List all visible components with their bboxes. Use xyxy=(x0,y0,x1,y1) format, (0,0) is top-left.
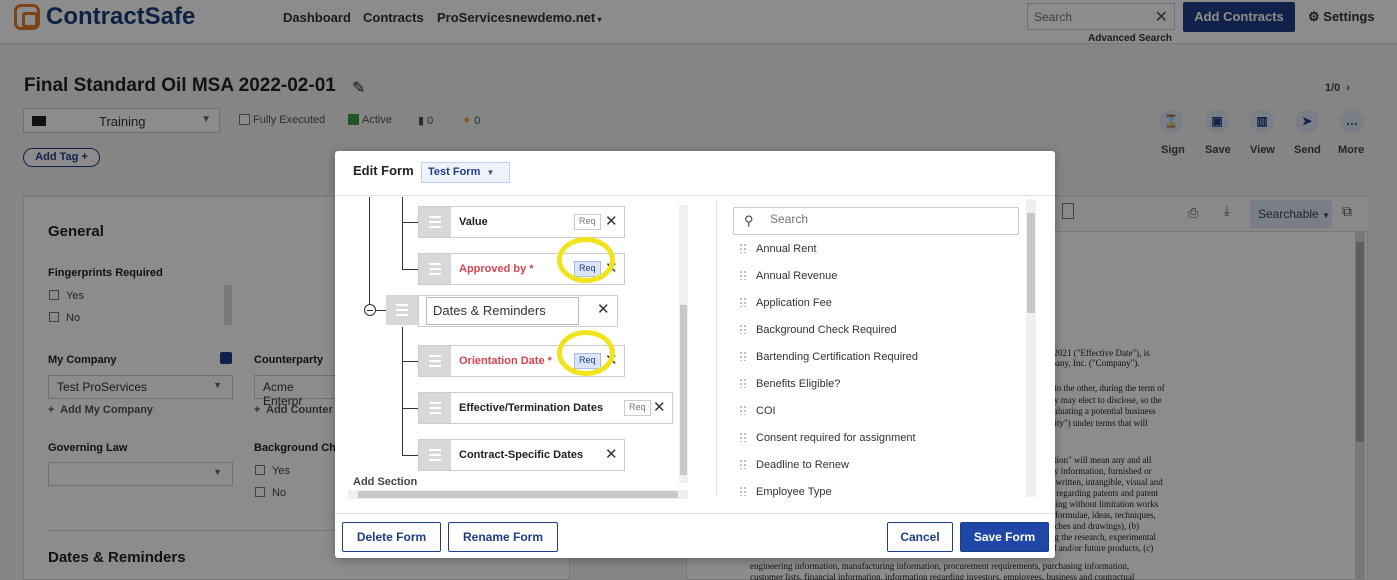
tree-line xyxy=(369,197,370,309)
required-marker: * xyxy=(529,263,534,275)
highlight-circle xyxy=(557,237,615,283)
req-toggle[interactable]: Req xyxy=(574,214,601,230)
scrollbar-thumb[interactable] xyxy=(358,491,678,498)
scrollbar-thumb[interactable] xyxy=(680,305,687,475)
tree-line xyxy=(402,325,403,456)
available-field-item[interactable]: Employee Type xyxy=(739,486,832,498)
available-field-label: Bartending Certification Required xyxy=(756,351,919,363)
drag-dots-icon xyxy=(739,405,747,415)
section-name-input[interactable]: Dates & Reminders xyxy=(426,297,579,325)
modal-title: Edit Form xyxy=(353,163,414,178)
save-form-button[interactable]: Save Form xyxy=(960,522,1049,552)
available-field-item[interactable]: COI xyxy=(739,405,776,417)
available-field-label: Benefits Eligible? xyxy=(756,378,841,390)
form-select[interactable]: Test Form ▼ xyxy=(421,162,510,183)
available-field-item[interactable]: Application Fee xyxy=(739,297,832,309)
drag-handle-icon[interactable] xyxy=(419,207,451,237)
drag-handle-icon[interactable] xyxy=(419,346,451,376)
remove-section-icon[interactable]: ✕ xyxy=(597,300,610,318)
field-label: Approved by * xyxy=(459,263,534,275)
tree-line xyxy=(402,408,418,409)
drag-handle-icon[interactable] xyxy=(419,440,451,470)
tree-vertical-scrollbar[interactable] xyxy=(679,205,688,483)
available-field-label: Deadline to Renew xyxy=(756,459,849,471)
rename-form-button[interactable]: Rename Form xyxy=(448,522,558,552)
drag-handle-icon[interactable] xyxy=(419,254,451,284)
available-field-item[interactable]: Deadline to Renew xyxy=(739,459,849,471)
drag-dots-icon xyxy=(739,351,747,361)
available-field-item[interactable]: Annual Rent xyxy=(739,243,817,255)
drag-dots-icon xyxy=(739,486,747,496)
drag-dots-icon xyxy=(739,459,747,469)
tree-line xyxy=(402,222,418,223)
modal-header: Edit Form Test Form ▼ xyxy=(335,151,1055,196)
tree-line xyxy=(375,310,386,311)
drag-dots-icon xyxy=(739,297,747,307)
remove-field-icon[interactable]: ✕ xyxy=(605,212,618,230)
field-label: Contract-Specific Dates xyxy=(459,449,584,461)
highlight-circle xyxy=(557,330,615,376)
available-field-label: Background Check Required xyxy=(756,324,897,336)
available-field-item[interactable]: Consent required for assignment xyxy=(739,432,916,444)
drag-handle-icon[interactable] xyxy=(419,393,451,423)
chevron-down-icon: ▼ xyxy=(486,168,495,177)
tree-line xyxy=(402,269,418,270)
available-field-item[interactable]: Annual Revenue xyxy=(739,270,837,282)
modal-footer: Delete Form Rename Form Cancel Save Form xyxy=(335,513,1055,558)
field-node-effective-termination[interactable]: Effective/Termination Dates Req ✕ xyxy=(418,392,673,424)
available-field-label: Employee Type xyxy=(756,486,832,498)
cancel-button[interactable]: Cancel xyxy=(887,522,953,552)
add-section-link[interactable]: Add Section xyxy=(353,476,417,488)
drag-dots-icon xyxy=(739,243,747,253)
edit-form-modal: Edit Form Test Form ▼ Value Req ✕ Approv… xyxy=(335,151,1055,558)
delete-form-button[interactable]: Delete Form xyxy=(342,522,441,552)
field-search-input[interactable] xyxy=(770,212,1000,226)
panel-divider xyxy=(716,199,717,495)
field-label: Value xyxy=(459,216,488,228)
available-field-item[interactable]: Background Check Required xyxy=(739,324,897,336)
available-field-label: Application Fee xyxy=(756,297,832,309)
tree-line xyxy=(402,455,418,456)
field-node-value[interactable]: Value Req ✕ xyxy=(418,206,625,238)
available-field-label: Annual Rent xyxy=(756,243,817,255)
field-label-text: Orientation Date xyxy=(459,355,545,367)
tree-horizontal-scrollbar[interactable] xyxy=(348,490,688,499)
form-select-label: Test Form xyxy=(428,166,481,178)
collapse-section-icon[interactable] xyxy=(364,304,376,316)
available-field-label: Annual Revenue xyxy=(756,270,838,282)
drag-dots-icon xyxy=(739,432,747,442)
required-marker: * xyxy=(547,355,552,367)
available-field-item[interactable]: Bartending Certification Required xyxy=(739,351,918,363)
drag-dots-icon xyxy=(739,324,747,334)
form-tree: Value Req ✕ Approved by * Req ✕ Dates & R… xyxy=(335,197,685,507)
section-handle[interactable] xyxy=(386,295,418,327)
req-toggle[interactable]: Req xyxy=(624,400,651,416)
remove-field-icon[interactable]: ✕ xyxy=(653,398,666,416)
available-field-label: Consent required for assignment xyxy=(756,432,916,444)
fields-scrollbar[interactable] xyxy=(1026,199,1036,497)
field-label: Orientation Date * xyxy=(459,355,552,367)
available-field-label: COI xyxy=(756,405,776,417)
tree-line xyxy=(402,361,418,362)
scrollbar-thumb[interactable] xyxy=(1027,213,1035,313)
available-field-item[interactable]: Benefits Eligible? xyxy=(739,378,840,390)
field-label-text: Approved by xyxy=(459,263,527,275)
tree-line xyxy=(402,197,403,269)
search-icon: ⚲ xyxy=(744,213,754,228)
remove-field-icon[interactable]: ✕ xyxy=(605,445,618,463)
drag-dots-icon xyxy=(739,270,747,280)
drag-handle-icon[interactable] xyxy=(386,295,418,325)
field-node-contract-specific[interactable]: Contract-Specific Dates ✕ xyxy=(418,439,625,471)
field-label: Effective/Termination Dates xyxy=(459,402,604,414)
field-search[interactable]: ⚲ xyxy=(733,207,1019,235)
drag-dots-icon xyxy=(739,378,747,388)
